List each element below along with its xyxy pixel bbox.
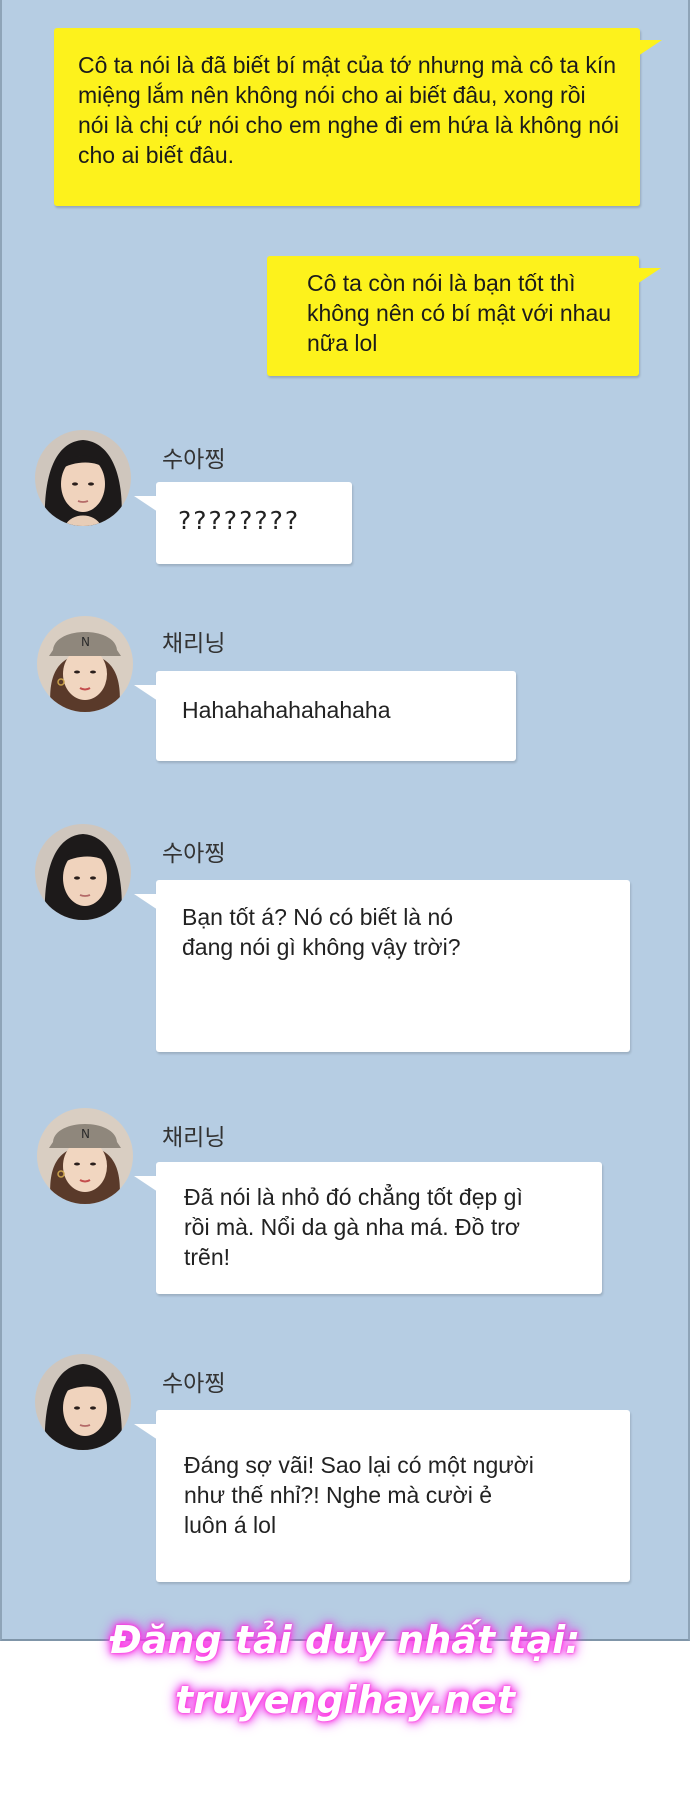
bubble-tail: [134, 496, 158, 512]
message-text: Đáng sợ vãi! Sao lại có một người như th…: [184, 1452, 534, 1538]
message-text: Cô ta còn nói là bạn tốt thì không nên c…: [307, 270, 612, 356]
avatar-sooah[interactable]: [35, 1354, 131, 1450]
sender-name: 채리닝: [162, 631, 226, 657]
avatar-sooah-icon: [35, 1354, 131, 1450]
avatar-sooah[interactable]: [35, 430, 131, 526]
bubble-tail: [134, 1176, 158, 1192]
outgoing-message-bubble: Cô ta nói là đã biết bí mật của tớ nhưng…: [54, 28, 662, 206]
bubble-tail: [134, 685, 158, 701]
incoming-message-bubble: Bạn tốt á? Nó có biết là nó đang nói gì …: [134, 880, 630, 1052]
sender-name: 수아찡: [162, 841, 226, 867]
outgoing-message-bubble: Cô ta còn nói là bạn tốt thì không nên c…: [267, 256, 661, 376]
bubble-tail: [134, 894, 158, 910]
message-text: ????????: [178, 506, 301, 535]
incoming-message-bubble: Đã nói là nhỏ đó chẳng tốt đẹp gì rồi mà…: [134, 1162, 602, 1294]
incoming-message-bubble: Đáng sợ vãi! Sao lại có một người như th…: [134, 1410, 630, 1582]
message-text: Đã nói là nhỏ đó chẳng tốt đẹp gì rồi mà…: [184, 1184, 523, 1270]
chat-panel: Cô ta nói là đã biết bí mật của tớ nhưng…: [0, 0, 690, 1641]
avatar-cherining-icon: N: [37, 1108, 133, 1204]
avatar-sooah[interactable]: [35, 824, 131, 920]
avatar-cherining-icon: N: [37, 616, 133, 712]
avatar-sooah-icon: [35, 824, 131, 920]
message-text: Cô ta nói là đã biết bí mật của tớ nhưng…: [78, 52, 619, 168]
svg-text:N: N: [81, 1127, 90, 1141]
bubble-tail: [134, 1424, 158, 1440]
message-text: Hahahahahahahaha: [182, 697, 391, 723]
sender-name: 채리닝: [162, 1125, 226, 1151]
incoming-message-bubble: Hahahahahahahaha: [134, 671, 516, 761]
bubble-tail: [637, 268, 661, 284]
avatar-cherining[interactable]: N: [37, 1108, 133, 1204]
avatar-sooah-icon: [35, 430, 131, 526]
bubble-tail: [638, 40, 662, 56]
sender-name: 수아찡: [162, 447, 226, 473]
watermark-banner: Đăng tải duy nhất tại: truyengihay.net: [109, 1618, 581, 1722]
incoming-message-bubble: ????????: [134, 482, 352, 564]
message-text: Bạn tốt á? Nó có biết là nó đang nói gì …: [182, 904, 461, 960]
avatar-cherining[interactable]: N: [37, 616, 133, 712]
svg-text:N: N: [81, 635, 90, 649]
sender-name: 수아찡: [162, 1371, 226, 1397]
